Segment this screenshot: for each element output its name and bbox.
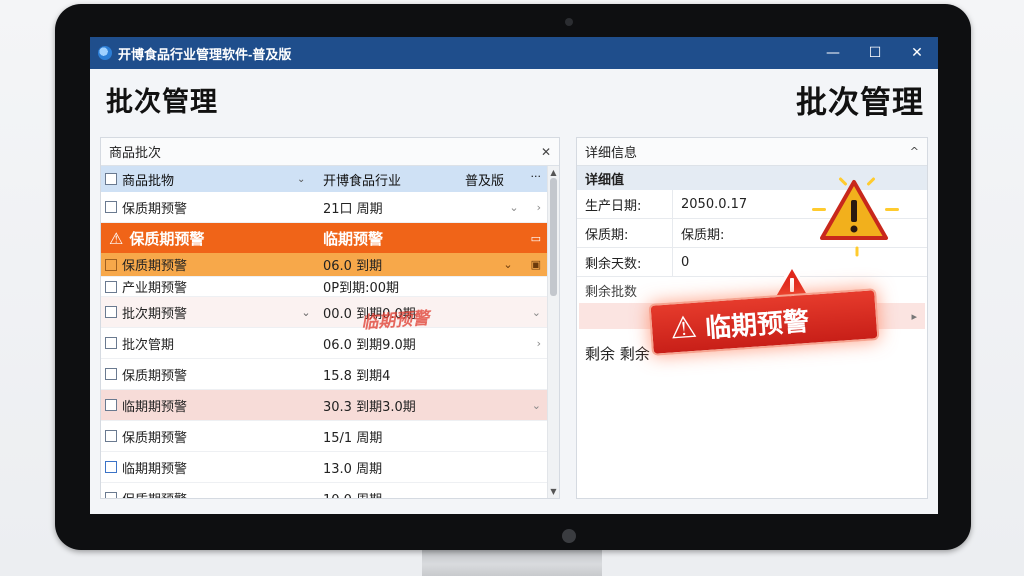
chevron-down-icon[interactable]: ⌄ [503,258,512,271]
panel-header: 商品批次 ✕ [101,138,559,166]
table-header: 商品批物 ⌄ 开博食品行业 普及版 ··· [101,166,547,192]
row-checkbox[interactable] [105,306,117,318]
batch-rows: 保质期预警 21口 周期 ⌄ › ⚠ 保质期预警 临期预警 ▭ 保质期预警 06.0… [101,192,547,498]
row-checkbox[interactable] [105,461,117,473]
detail-panel-title: 详细信息 [585,146,638,161]
table-row[interactable]: 批次期预警 ⌄ 00.0 到期0.0期 ⌄ [101,297,547,328]
table-row[interactable]: 批次管期 06.0 到期9.0期 › [101,328,547,359]
maximize-button[interactable]: ☐ [854,37,896,69]
row-checkbox[interactable] [105,337,117,349]
table-row[interactable]: 保质期预警 21口 周期 ⌄ › [101,192,547,223]
table-row-warning-highlight[interactable]: ⚠ 保质期预警 临期预警 ▭ [101,223,547,253]
panel-close-icon[interactable]: ✕ [541,145,551,159]
square-icon[interactable]: ▣ [531,258,541,271]
chevron-down-icon[interactable]: ⌄ [532,399,541,412]
panel-title: 商品批次 [109,146,162,161]
table-row[interactable]: 保质期预警 15.8 到期4 [101,359,547,390]
chevron-right-icon[interactable]: › [537,201,541,214]
alert-ray [855,246,859,257]
detail-panel-header: 详细信息 ^ [577,138,927,166]
batch-list-panel: 商品批次 ✕ 商品批物 ⌄ 开博食品行业 普及版 ··· 保质期预警 21口 周… [100,137,560,499]
warning-icon: ⚠ [109,228,124,248]
chevron-down-icon[interactable]: ⌄ [509,201,518,214]
table-row[interactable]: 保质期预警 10.0 周期 [101,483,547,498]
column-header-company[interactable]: 开博食品行业 [315,170,443,189]
alert-ray [885,208,899,211]
title-bar: 开博食品行业管理软件-普及版 — ☐ ✕ [90,37,938,69]
detail-row-days-left: 剩余天数: 0 [577,248,927,277]
camera-dot [565,18,573,26]
expiry-stamp: 临期预警 [360,308,430,334]
scroll-thumb[interactable] [550,178,557,296]
minimize-button[interactable]: — [812,37,854,69]
chevron-down-icon[interactable]: ⌄ [297,306,315,319]
chevron-right-icon[interactable]: ▸ [911,310,917,323]
row-checkbox[interactable] [105,280,117,293]
page-header: 批次管理 批次管理 [90,69,938,129]
chevron-down-icon[interactable]: ⌄ [297,174,315,185]
app-logo-icon [98,46,112,60]
scrollbar[interactable]: ▲ ▼ [547,166,559,498]
row-checkbox[interactable] [105,399,117,411]
window-title: 开博食品行业管理软件-普及版 [118,46,292,62]
table-row[interactable]: 产业期预警 0P到期:00期 [101,277,547,297]
select-all-checkbox[interactable] [105,173,117,185]
column-header-edition[interactable]: 普及版 ··· [443,170,547,189]
chevron-right-icon[interactable]: › [537,337,541,350]
square-icon[interactable]: ▭ [531,232,541,245]
close-button[interactable]: ✕ [896,37,938,69]
warning-icon: ⚠ [669,309,699,347]
monitor-stand [422,546,602,576]
chevron-down-icon[interactable]: ⌄ [532,306,541,319]
table-row[interactable]: 临期期预警 13.0 周期 [101,452,547,483]
more-icon[interactable]: ··· [531,170,542,189]
collapse-icon[interactable]: ^ [910,145,919,158]
scroll-up-icon[interactable]: ▲ [548,168,559,177]
apple-logo [562,529,576,543]
row-checkbox[interactable] [105,430,117,442]
row-checkbox[interactable] [105,258,117,271]
row-checkbox[interactable] [105,201,117,213]
table-row-warning[interactable]: 保质期预警 06.0 到期 ⌄ ▣ [101,253,547,277]
alert-ray [812,208,826,211]
row-checkbox[interactable] [105,492,117,498]
table-row-expiring[interactable]: 临期期预警 30.3 到期3.0期 ⌄ [101,390,547,421]
scroll-down-icon[interactable]: ▼ [548,487,559,496]
page-title-right: 批次管理 [796,84,924,121]
column-header-product[interactable]: 商品批物 ⌄ [101,170,315,189]
row-checkbox[interactable] [105,368,117,380]
warning-icon [820,180,888,240]
page-title: 批次管理 [106,86,218,118]
table-row[interactable]: 保质期预警 15/1 周期 [101,421,547,452]
